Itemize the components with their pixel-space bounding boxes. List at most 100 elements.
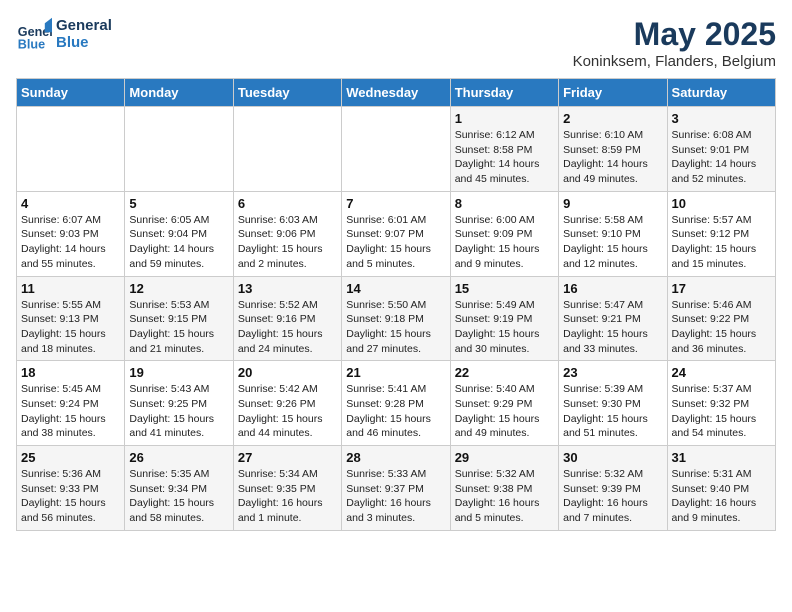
col-header-friday: Friday — [559, 79, 667, 107]
day-cell: 11 Sunrise: 5:55 AM Sunset: 9:13 PM Dayli… — [17, 276, 125, 361]
day-number: 5 — [129, 196, 228, 211]
day-number: 19 — [129, 365, 228, 380]
day-cell: 1 Sunrise: 6:12 AM Sunset: 8:58 PM Daylig… — [450, 107, 558, 192]
day-number: 30 — [563, 450, 662, 465]
day-info: Sunrise: 6:00 AM Sunset: 9:09 PM Dayligh… — [455, 213, 554, 272]
logo-icon: General Blue — [16, 16, 52, 52]
day-info: Sunrise: 6:12 AM Sunset: 8:58 PM Dayligh… — [455, 128, 554, 187]
day-cell: 2 Sunrise: 6:10 AM Sunset: 8:59 PM Daylig… — [559, 107, 667, 192]
week-row-1: 1 Sunrise: 6:12 AM Sunset: 8:58 PM Daylig… — [17, 107, 776, 192]
day-info: Sunrise: 5:32 AM Sunset: 9:39 PM Dayligh… — [563, 467, 662, 526]
day-info: Sunrise: 5:45 AM Sunset: 9:24 PM Dayligh… — [21, 382, 120, 441]
col-header-tuesday: Tuesday — [233, 79, 341, 107]
day-cell: 10 Sunrise: 5:57 AM Sunset: 9:12 PM Dayli… — [667, 191, 775, 276]
day-cell: 19 Sunrise: 5:43 AM Sunset: 9:25 PM Dayli… — [125, 361, 233, 446]
day-number: 22 — [455, 365, 554, 380]
day-info: Sunrise: 5:42 AM Sunset: 9:26 PM Dayligh… — [238, 382, 337, 441]
day-number: 2 — [563, 111, 662, 126]
day-cell: 14 Sunrise: 5:50 AM Sunset: 9:18 PM Dayli… — [342, 276, 450, 361]
day-number: 16 — [563, 281, 662, 296]
day-number: 4 — [21, 196, 120, 211]
day-info: Sunrise: 6:10 AM Sunset: 8:59 PM Dayligh… — [563, 128, 662, 187]
col-header-wednesday: Wednesday — [342, 79, 450, 107]
day-info: Sunrise: 5:49 AM Sunset: 9:19 PM Dayligh… — [455, 298, 554, 357]
day-number: 10 — [672, 196, 771, 211]
day-number: 18 — [21, 365, 120, 380]
day-info: Sunrise: 5:33 AM Sunset: 9:37 PM Dayligh… — [346, 467, 445, 526]
day-cell: 26Sunrise: 5:35 AM Sunset: 9:34 PM Dayli… — [125, 446, 233, 531]
day-cell: 18 Sunrise: 5:45 AM Sunset: 9:24 PM Dayli… — [17, 361, 125, 446]
col-header-saturday: Saturday — [667, 79, 775, 107]
day-cell: 4 Sunrise: 6:07 AM Sunset: 9:03 PM Daylig… — [17, 191, 125, 276]
day-info: Sunrise: 5:47 AM Sunset: 9:21 PM Dayligh… — [563, 298, 662, 357]
day-number: 11 — [21, 281, 120, 296]
day-info: Sunrise: 5:57 AM Sunset: 9:12 PM Dayligh… — [672, 213, 771, 272]
day-info: Sunrise: 5:58 AM Sunset: 9:10 PM Dayligh… — [563, 213, 662, 272]
day-cell: 3 Sunrise: 6:08 AM Sunset: 9:01 PM Daylig… — [667, 107, 775, 192]
day-number: 17 — [672, 281, 771, 296]
day-number: 1 — [455, 111, 554, 126]
title-block: May 2025 Koninksem, Flanders, Belgium — [573, 16, 776, 70]
day-cell: 25 Sunrise: 5:36 AM Sunset: 9:33 PM Dayli… — [17, 446, 125, 531]
day-cell: 20Sunrise: 5:42 AM Sunset: 9:26 PM Dayli… — [233, 361, 341, 446]
location: Koninksem, Flanders, Belgium — [573, 53, 776, 70]
day-info: Sunrise: 6:07 AM Sunset: 9:03 PM Dayligh… — [21, 213, 120, 272]
day-info: Sunrise: 5:50 AM Sunset: 9:18 PM Dayligh… — [346, 298, 445, 357]
day-cell: 31Sunrise: 5:31 AM Sunset: 9:40 PM Dayli… — [667, 446, 775, 531]
day-number: 3 — [672, 111, 771, 126]
day-cell: 13Sunrise: 5:52 AM Sunset: 9:16 PM Dayli… — [233, 276, 341, 361]
svg-text:Blue: Blue — [18, 37, 45, 51]
day-cell: 23 Sunrise: 5:39 AM Sunset: 9:30 PM Dayli… — [559, 361, 667, 446]
day-info: Sunrise: 5:39 AM Sunset: 9:30 PM Dayligh… — [563, 382, 662, 441]
day-number: 24 — [672, 365, 771, 380]
day-info: Sunrise: 6:01 AM Sunset: 9:07 PM Dayligh… — [346, 213, 445, 272]
col-header-thursday: Thursday — [450, 79, 558, 107]
week-row-3: 11 Sunrise: 5:55 AM Sunset: 9:13 PM Dayli… — [17, 276, 776, 361]
day-cell: 17 Sunrise: 5:46 AM Sunset: 9:22 PM Dayli… — [667, 276, 775, 361]
day-info: Sunrise: 5:37 AM Sunset: 9:32 PM Dayligh… — [672, 382, 771, 441]
day-info: Sunrise: 5:32 AM Sunset: 9:38 PM Dayligh… — [455, 467, 554, 526]
day-info: Sunrise: 5:53 AM Sunset: 9:15 PM Dayligh… — [129, 298, 228, 357]
day-info: Sunrise: 5:36 AM Sunset: 9:33 PM Dayligh… — [21, 467, 120, 526]
day-cell: 21 Sunrise: 5:41 AM Sunset: 9:28 PM Dayli… — [342, 361, 450, 446]
day-number: 13 — [238, 281, 337, 296]
calendar-table: SundayMondayTuesdayWednesdayThursdayFrid… — [16, 78, 776, 531]
day-cell — [17, 107, 125, 192]
day-cell — [342, 107, 450, 192]
day-cell: 27 Sunrise: 5:34 AM Sunset: 9:35 PM Dayli… — [233, 446, 341, 531]
day-number: 6 — [238, 196, 337, 211]
day-cell — [125, 107, 233, 192]
logo: General Blue General Blue — [16, 16, 112, 52]
logo-blue: Blue — [56, 34, 112, 51]
day-cell: 5 Sunrise: 6:05 AM Sunset: 9:04 PM Daylig… — [125, 191, 233, 276]
calendar-header-row: SundayMondayTuesdayWednesdayThursdayFrid… — [17, 79, 776, 107]
day-cell: 7 Sunrise: 6:01 AM Sunset: 9:07 PM Daylig… — [342, 191, 450, 276]
day-info: Sunrise: 5:34 AM Sunset: 9:35 PM Dayligh… — [238, 467, 337, 526]
page-header: General Blue General Blue May 2025 Konin… — [16, 16, 776, 70]
day-number: 25 — [21, 450, 120, 465]
day-number: 8 — [455, 196, 554, 211]
day-cell: 30 Sunrise: 5:32 AM Sunset: 9:39 PM Dayli… — [559, 446, 667, 531]
day-info: Sunrise: 5:46 AM Sunset: 9:22 PM Dayligh… — [672, 298, 771, 357]
day-cell: 12 Sunrise: 5:53 AM Sunset: 9:15 PM Dayli… — [125, 276, 233, 361]
col-header-sunday: Sunday — [17, 79, 125, 107]
week-row-5: 25 Sunrise: 5:36 AM Sunset: 9:33 PM Dayli… — [17, 446, 776, 531]
day-info: Sunrise: 6:05 AM Sunset: 9:04 PM Dayligh… — [129, 213, 228, 272]
day-number: 14 — [346, 281, 445, 296]
day-number: 12 — [129, 281, 228, 296]
day-cell — [233, 107, 341, 192]
day-info: Sunrise: 5:55 AM Sunset: 9:13 PM Dayligh… — [21, 298, 120, 357]
day-cell: 8 Sunrise: 6:00 AM Sunset: 9:09 PM Daylig… — [450, 191, 558, 276]
day-cell: 28 Sunrise: 5:33 AM Sunset: 9:37 PM Dayli… — [342, 446, 450, 531]
day-number: 23 — [563, 365, 662, 380]
week-row-2: 4 Sunrise: 6:07 AM Sunset: 9:03 PM Daylig… — [17, 191, 776, 276]
day-number: 21 — [346, 365, 445, 380]
day-cell: 6Sunrise: 6:03 AM Sunset: 9:06 PM Daylig… — [233, 191, 341, 276]
day-number: 7 — [346, 196, 445, 211]
day-info: Sunrise: 5:41 AM Sunset: 9:28 PM Dayligh… — [346, 382, 445, 441]
day-number: 28 — [346, 450, 445, 465]
day-info: Sunrise: 5:43 AM Sunset: 9:25 PM Dayligh… — [129, 382, 228, 441]
day-info: Sunrise: 6:08 AM Sunset: 9:01 PM Dayligh… — [672, 128, 771, 187]
day-number: 15 — [455, 281, 554, 296]
day-number: 27 — [238, 450, 337, 465]
